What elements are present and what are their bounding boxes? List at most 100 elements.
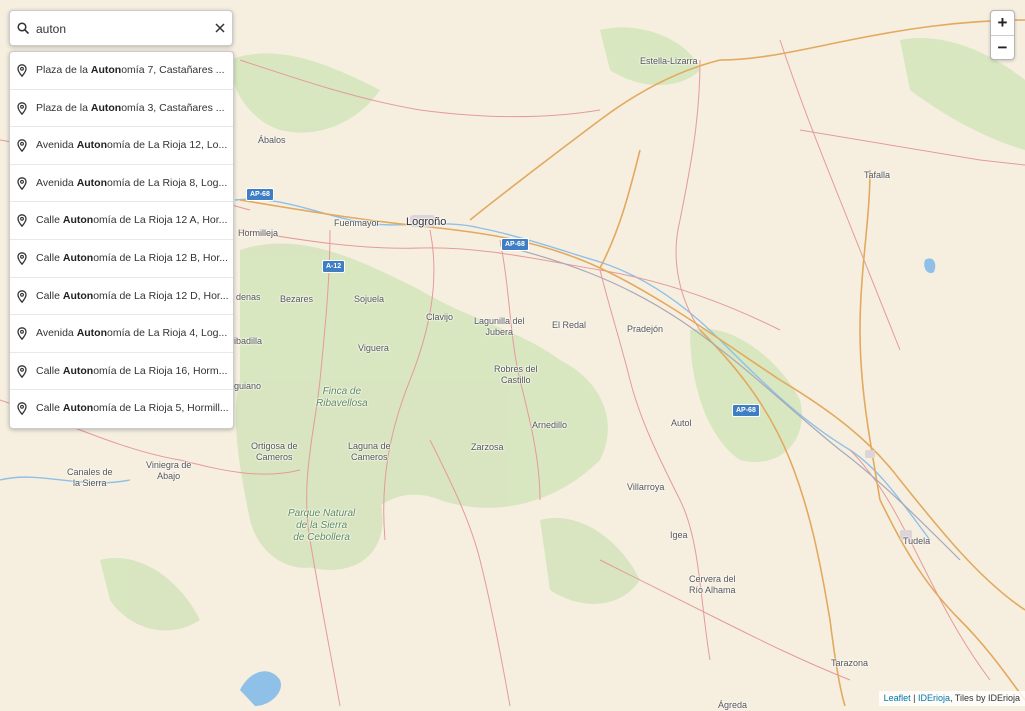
search-result-item[interactable]: Calle Autonomía de La Rioja 12 D, Hor... <box>10 278 233 316</box>
search-result-item[interactable]: Calle Autonomía de La Rioja 5, Hormill..… <box>10 390 233 428</box>
place-label: Bezares <box>280 294 314 304</box>
result-prefix: Plaza de la <box>36 101 91 114</box>
place-label: Ábalos <box>258 135 286 145</box>
result-match: Auton <box>62 251 94 264</box>
result-suffix: omía de La Rioja 12, Lo... <box>107 139 228 152</box>
place-label: ibadilla <box>234 336 263 346</box>
map-pin-icon <box>17 214 27 228</box>
search-result-label: Calle Autonomía de La Rioja 16, Horm... <box>36 365 229 377</box>
result-match: Auton <box>62 214 94 227</box>
map-pin-icon <box>17 64 27 77</box>
place-label: Logroño <box>406 216 447 228</box>
result-prefix: Avenida <box>36 176 77 189</box>
close-icon[interactable] <box>214 22 226 34</box>
leaflet-link[interactable]: Leaflet <box>884 693 911 703</box>
place-label: Tarazona <box>831 658 869 668</box>
result-suffix: omía de La Rioja 12 B, Hor... <box>93 251 229 264</box>
place-label: guiano <box>234 381 262 391</box>
result-prefix: Plaza de la <box>36 64 91 76</box>
place-label: Finca de Ribavellosa <box>316 386 368 409</box>
road-shield: A-12 <box>322 260 346 273</box>
result-match: Auton <box>90 101 122 114</box>
search-result-label: Plaza de la Autonomía 3, Castañares ... <box>36 102 229 114</box>
place-label: Estella-Lizarra <box>640 56 698 66</box>
result-prefix: Avenida <box>36 327 77 340</box>
place-label: Clavijo <box>426 312 454 322</box>
place-label: Parque Natural de la Sierra de Cebollera <box>288 508 356 543</box>
map-pin-icon <box>17 364 27 378</box>
result-prefix: Calle <box>36 402 63 415</box>
place-label: Canales de la Sierra <box>67 467 113 488</box>
map-pin-icon <box>17 176 27 190</box>
result-suffix: omía 7, Castañares ... <box>121 64 225 76</box>
search-result-label: Avenida Autonomía de La Rioja 12, Lo... <box>36 139 229 151</box>
place-label: Fuenmayor <box>334 218 380 228</box>
map-pin-icon <box>17 101 27 115</box>
place-label: denas <box>236 292 261 302</box>
place-label: Robres del Castillo <box>494 364 538 385</box>
map-pin-icon <box>17 289 27 303</box>
result-match: Auton <box>76 176 108 189</box>
search-bar <box>9 10 233 46</box>
search-result-item[interactable]: Avenida Autonomía de La Rioja 8, Log... <box>10 165 233 203</box>
place-label: Viguera <box>358 343 389 353</box>
search-result-label: Plaza de la Autonomía 7, Castañares ... <box>36 64 229 76</box>
result-prefix: Calle <box>36 251 63 264</box>
search-result-item[interactable]: Avenida Autonomía de La Rioja 12, Lo... <box>10 127 233 165</box>
result-suffix: omía de La Rioja 4, Log... <box>107 327 228 340</box>
place-label: Viniegra de Abajo <box>146 460 192 481</box>
result-prefix: Calle <box>36 364 63 377</box>
attribution-tiles: , Tiles by IDErioja <box>949 693 1020 703</box>
search-result-label: Avenida Autonomía de La Rioja 8, Log... <box>36 177 229 189</box>
map-pin-icon <box>17 139 27 153</box>
place-label: Sojuela <box>354 294 385 304</box>
search-result-label: Calle Autonomía de La Rioja 12 A, Hor... <box>36 214 229 226</box>
road-shield: AP-68 <box>501 238 529 251</box>
place-label: Villarroya <box>627 482 665 492</box>
zoom-out-button[interactable]: − <box>991 36 1014 60</box>
place-label: Lagunilla del Jubera <box>474 316 525 337</box>
place-label: Laguna de Cameros <box>348 441 391 462</box>
place-label: Igea <box>670 530 688 540</box>
zoom-in-button[interactable]: + <box>991 11 1014 36</box>
search-result-item[interactable]: Calle Autonomía de La Rioja 12 B, Hor... <box>10 240 233 278</box>
result-match: Auton <box>76 139 108 152</box>
place-label: Hormilleja <box>238 228 279 238</box>
attribution: Leaflet | IDErioja, Tiles by IDErioja <box>878 691 1025 706</box>
result-prefix: Calle <box>36 214 63 227</box>
search-result-item[interactable]: Avenida Autonomía de La Rioja 4, Log... <box>10 315 233 353</box>
place-label: Tafalla <box>864 170 891 180</box>
result-match: Auton <box>62 402 94 415</box>
result-suffix: omía de La Rioja 12 A, Hor... <box>93 214 228 227</box>
search-results-list: Plaza de la Autonomía 7, Castañares ... P… <box>9 51 234 429</box>
search-icon <box>17 22 29 34</box>
search-result-label: Calle Autonomía de La Rioja 12 B, Hor... <box>36 252 229 264</box>
attribution-separator: | <box>910 693 918 703</box>
place-label: Arnedillo <box>532 420 568 430</box>
result-prefix: Avenida <box>36 139 77 152</box>
search-result-item[interactable]: Calle Autonomía de La Rioja 12 A, Hor... <box>10 202 233 240</box>
zoom-control: + − <box>990 10 1015 60</box>
road-shield: AP-68 <box>246 188 274 201</box>
result-suffix: omía de La Rioja 5, Hormill... <box>93 402 229 415</box>
result-match: Auton <box>62 364 94 377</box>
result-match: Auton <box>62 289 94 302</box>
search-result-item[interactable]: Plaza de la Autonomía 7, Castañares ... <box>10 52 233 90</box>
place-label: Tudela <box>903 536 931 546</box>
place-label: El Redal <box>552 320 587 330</box>
search-result-label: Calle Autonomía de La Rioja 12 D, Hor... <box>36 290 229 302</box>
place-label: Autol <box>671 418 692 428</box>
place-label: Zarzosa <box>471 442 504 452</box>
search-result-label: Avenida Autonomía de La Rioja 4, Log... <box>36 327 229 339</box>
map-pin-icon <box>17 402 27 416</box>
search-result-label: Calle Autonomía de La Rioja 5, Hormill..… <box>36 402 229 414</box>
result-match: Auton <box>90 64 122 76</box>
search-result-item[interactable]: Plaza de la Autonomía 3, Castañares ... <box>10 90 233 128</box>
place-label: Pradejón <box>627 324 664 334</box>
result-suffix: omía 3, Castañares ... <box>121 101 225 114</box>
iderioja-link[interactable]: IDErioja <box>918 693 950 703</box>
place-label: Cervera del Río Alhama <box>689 574 736 595</box>
search-input[interactable] <box>36 19 206 39</box>
map-pin-icon <box>17 252 27 265</box>
search-result-item[interactable]: Calle Autonomía de La Rioja 16, Horm... <box>10 353 233 391</box>
